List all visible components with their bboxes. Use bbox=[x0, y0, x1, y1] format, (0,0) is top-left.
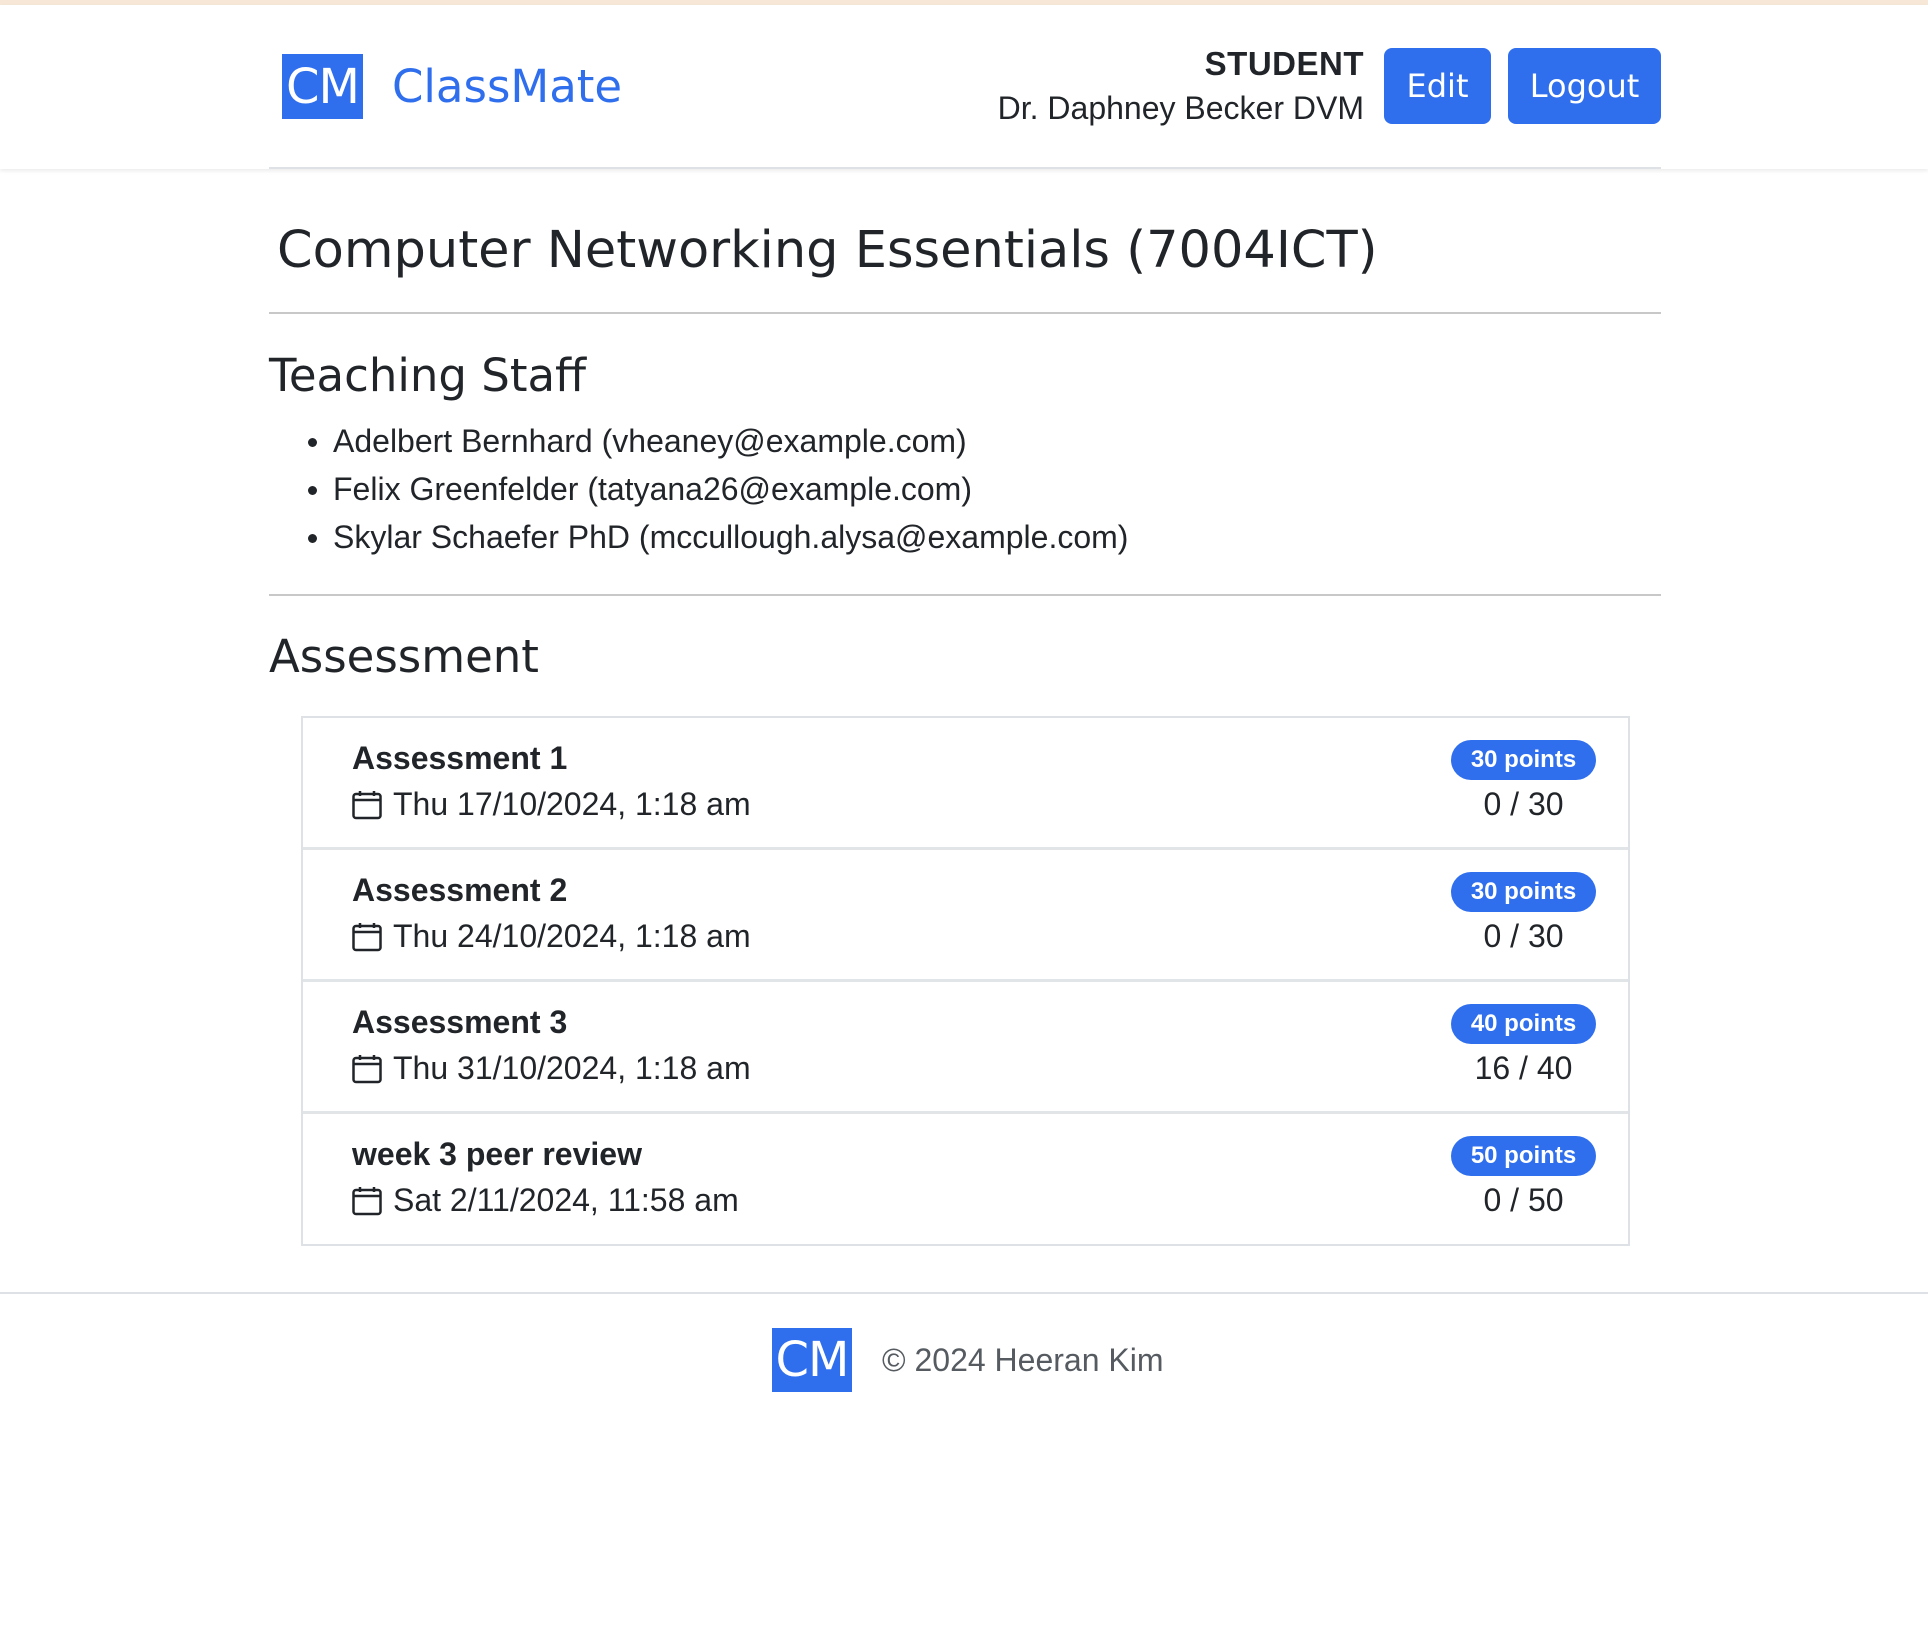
divider bbox=[269, 594, 1661, 596]
assessment-item[interactable]: week 3 peer review Sat 2/11/2024, 11:58 … bbox=[303, 1114, 1628, 1244]
calendar-icon bbox=[352, 1186, 382, 1216]
brand-link[interactable]: CM ClassMate bbox=[282, 54, 622, 119]
footer-content: CM © 2024 Heeran Kim bbox=[772, 1328, 1164, 1392]
staff-member: Skylar Schaefer PhD (mccullough.alysa@ex… bbox=[307, 513, 1128, 561]
assessment-date-text: Thu 31/10/2024, 1:18 am bbox=[393, 1050, 751, 1086]
course-title: Computer Networking Essentials (7004ICT) bbox=[277, 221, 1378, 280]
user-info: STUDENT Dr. Daphney Becker DVM bbox=[998, 42, 1364, 130]
assessment-list: Assessment 1 Thu 17/10/2024, 1:18 am 30 … bbox=[301, 716, 1630, 1246]
assessment-date-text: Thu 17/10/2024, 1:18 am bbox=[393, 786, 751, 822]
footer-logo: CM bbox=[772, 1328, 852, 1392]
assessment-date-text: Thu 24/10/2024, 1:18 am bbox=[393, 918, 751, 954]
assessment-due-date: Thu 24/10/2024, 1:18 am bbox=[352, 918, 751, 955]
staff-member: Adelbert Bernhard (vheaney@example.com) bbox=[307, 417, 1128, 465]
staff-heading: Teaching Staff bbox=[269, 349, 587, 402]
logout-button[interactable]: Logout bbox=[1508, 48, 1661, 124]
assessment-date-text: Sat 2/11/2024, 11:58 am bbox=[393, 1182, 739, 1218]
assessment-title: Assessment 2 bbox=[352, 872, 568, 908]
staff-list: Adelbert Bernhard (vheaney@example.com) … bbox=[307, 417, 1128, 561]
assessment-item[interactable]: Assessment 2 Thu 24/10/2024, 1:18 am 30 … bbox=[303, 850, 1628, 982]
assessment-score: 16 / 40 bbox=[1474, 1050, 1573, 1086]
calendar-icon bbox=[352, 1054, 382, 1084]
navbar-inner: CM ClassMate STUDENT Dr. Daphney Becker … bbox=[269, 5, 1661, 169]
assessment-title: week 3 peer review bbox=[352, 1136, 642, 1172]
assessment-score: 0 / 50 bbox=[1483, 1182, 1564, 1218]
navbar: CM ClassMate STUDENT Dr. Daphney Becker … bbox=[0, 5, 1928, 169]
calendar-icon bbox=[352, 790, 382, 820]
edit-button[interactable]: Edit bbox=[1384, 48, 1491, 124]
points-badge: 50 points bbox=[1451, 1136, 1596, 1176]
brand-logo: CM bbox=[282, 54, 363, 119]
assessment-title: Assessment 1 bbox=[352, 740, 568, 776]
assessment-title: Assessment 3 bbox=[352, 1004, 568, 1040]
assessment-item[interactable]: Assessment 3 Thu 31/10/2024, 1:18 am 40 … bbox=[303, 982, 1628, 1114]
assessment-score: 0 / 30 bbox=[1483, 918, 1564, 954]
user-name: Dr. Daphney Becker DVM bbox=[997, 90, 1364, 126]
assessment-heading: Assessment bbox=[269, 630, 539, 683]
assessment-due-date: Thu 31/10/2024, 1:18 am bbox=[352, 1050, 751, 1087]
points-badge: 30 points bbox=[1451, 740, 1596, 780]
user-role: STUDENT bbox=[1204, 45, 1364, 82]
footer: CM © 2024 Heeran Kim bbox=[0, 1292, 1928, 1630]
assessment-item[interactable]: Assessment 1 Thu 17/10/2024, 1:18 am 30 … bbox=[303, 718, 1628, 850]
staff-member: Felix Greenfelder (tatyana26@example.com… bbox=[307, 465, 1128, 513]
divider bbox=[269, 312, 1661, 314]
calendar-icon bbox=[352, 922, 382, 952]
assessment-due-date: Sat 2/11/2024, 11:58 am bbox=[352, 1182, 739, 1219]
points-badge: 40 points bbox=[1451, 1004, 1596, 1044]
points-badge: 30 points bbox=[1451, 872, 1596, 912]
brand-name: ClassMate bbox=[392, 60, 623, 113]
copyright-text: © 2024 Heeran Kim bbox=[882, 1341, 1164, 1378]
assessment-due-date: Thu 17/10/2024, 1:18 am bbox=[352, 786, 751, 823]
assessment-score: 0 / 30 bbox=[1483, 786, 1564, 822]
